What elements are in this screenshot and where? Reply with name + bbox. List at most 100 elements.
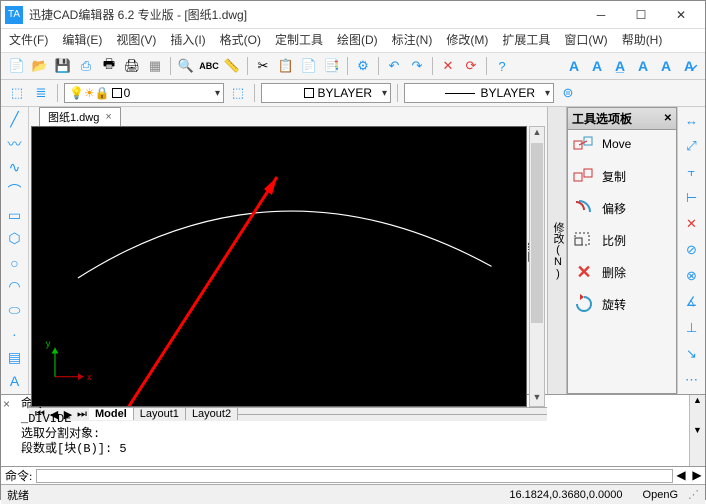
lineweight-icon[interactable]: ⊜	[558, 83, 578, 103]
spellcheck-icon[interactable]: ABC	[199, 56, 219, 76]
document-tab[interactable]: 图纸1.dwg ×	[39, 107, 121, 126]
maximize-button[interactable]: ☐	[621, 3, 661, 27]
sidetab-modify[interactable]: 修改(N)	[550, 222, 566, 280]
dim-continue-icon[interactable]: ⊢	[682, 189, 702, 207]
ellipse-tool-icon[interactable]: ⬭	[5, 301, 25, 319]
cmd-hscroll-left-icon[interactable]: ◀	[673, 468, 689, 483]
line-tool-icon[interactable]: ╱	[5, 111, 25, 129]
text-style-a6-icon[interactable]: A̷	[679, 56, 699, 76]
cmd-hscroll-right-icon[interactable]: ▶	[689, 468, 705, 483]
canvas-vscrollbar[interactable]: ▲ ▼	[529, 126, 545, 407]
menu-annotate[interactable]: 标注(N)	[392, 31, 433, 48]
point-tool-icon[interactable]: ∙	[5, 325, 25, 343]
palette-title: 工具选项板	[572, 110, 632, 127]
circle-tool-icon[interactable]: ○	[5, 254, 25, 272]
cmd-vscrollbar[interactable]: ▲▼	[689, 395, 705, 466]
dim-cancel-icon[interactable]: ✕	[682, 215, 702, 233]
close-button[interactable]: ✕	[661, 3, 701, 27]
cut-icon[interactable]: ✂	[253, 56, 273, 76]
layer-previous-icon[interactable]: ⬚	[228, 83, 248, 103]
tool-palette: 工具选项板 ✕ Move 复制 偏移 比例 ✕ 删除	[567, 107, 677, 394]
dim-leader-icon[interactable]: ↘	[682, 345, 702, 363]
menu-extended-tools[interactable]: 扩展工具	[502, 31, 550, 48]
palette-item-offset[interactable]: 偏移	[572, 198, 672, 218]
ellipse-arc-tool-icon[interactable]: ◠	[5, 278, 25, 296]
undo-icon[interactable]: ↶	[384, 56, 404, 76]
menu-modify[interactable]: 修改(M)	[446, 31, 488, 48]
refresh-icon[interactable]: ⟳	[461, 56, 481, 76]
arc-tool-icon[interactable]: ⌒	[5, 182, 25, 200]
text-style-a5-icon[interactable]: A	[656, 56, 676, 76]
minimize-button[interactable]: ─	[581, 3, 621, 27]
command-close-icon[interactable]: ×	[1, 395, 17, 466]
menu-view[interactable]: 视图(V)	[116, 31, 156, 48]
layer-combo[interactable]: 💡 ☀ 🔒 0	[64, 83, 224, 103]
menu-file[interactable]: 文件(F)	[9, 31, 48, 48]
palette-item-delete[interactable]: ✕ 删除	[572, 262, 672, 282]
new-file-icon[interactable]: 📄	[7, 56, 27, 76]
paste-special-icon[interactable]: 📑	[322, 56, 342, 76]
plot-icon[interactable]: ▦	[145, 56, 165, 76]
print-preview-icon[interactable]: 🖨	[122, 56, 142, 76]
text-style-a2-icon[interactable]: A	[587, 56, 607, 76]
ucs-icon: x y	[46, 338, 92, 382]
doctab-close-icon[interactable]: ×	[105, 111, 111, 123]
text-style-a3-icon[interactable]: A̲	[610, 56, 630, 76]
drawing-canvas[interactable]: x y	[31, 126, 527, 407]
dim-diameter-icon[interactable]: ⊗	[682, 267, 702, 285]
text-style-a4-icon[interactable]: A	[633, 56, 653, 76]
hatch-tool-icon[interactable]: ▤	[5, 349, 25, 367]
menu-window[interactable]: 窗口(W)	[564, 31, 607, 48]
toolbar-main: 📄 📂 💾 ⎙ 🖶 🖨 ▦ 🔍 ABC 📏 ✂ 📋 📄 📑 ⚙ ↶ ↷ ✕ ⟳ …	[1, 53, 705, 80]
palette-close-icon[interactable]: ✕	[664, 113, 672, 124]
palette-item-copy[interactable]: 复制	[572, 166, 672, 186]
dim-baseline-icon[interactable]: ⫟	[682, 163, 702, 181]
spline-tool-icon[interactable]: ∿	[5, 159, 25, 177]
dim-linear-icon[interactable]: ↔	[682, 111, 702, 129]
text-tool-icon[interactable]: A	[5, 372, 25, 390]
palette-item-move[interactable]: Move	[572, 134, 672, 154]
status-resize-grip-icon[interactable]: ⋰	[688, 488, 699, 501]
linetype-combo[interactable]: BYLAYER	[404, 83, 554, 103]
menu-custom-tools[interactable]: 定制工具	[275, 31, 323, 48]
color-combo[interactable]: BYLAYER	[261, 83, 391, 103]
right-tool-column: ↔ ⤢ ⫟ ⊢ ✕ ⊘ ⊗ ∡ ⊥ ↘ ⋯	[677, 107, 705, 394]
palette-item-scale[interactable]: 比例	[572, 230, 672, 250]
command-input[interactable]	[36, 469, 673, 483]
polygon-tool-icon[interactable]: ⬡	[5, 230, 25, 248]
dim-ordinate-icon[interactable]: ⊥	[682, 319, 702, 337]
polyline-tool-icon[interactable]: 〰	[5, 135, 25, 153]
menu-format[interactable]: 格式(O)	[220, 31, 261, 48]
scroll-thumb[interactable]	[531, 143, 543, 323]
help-icon[interactable]: ?	[492, 56, 512, 76]
rotate-icon	[572, 294, 596, 314]
find-icon[interactable]: 🔍	[176, 56, 196, 76]
text-style-a1-icon[interactable]: A	[564, 56, 584, 76]
save-all-icon[interactable]: ⎙	[76, 56, 96, 76]
menu-insert[interactable]: 插入(I)	[170, 31, 205, 48]
layer-states-icon[interactable]: ≣	[31, 83, 51, 103]
dim-radius-icon[interactable]: ⊘	[682, 241, 702, 259]
save-icon[interactable]: 💾	[53, 56, 73, 76]
rectangle-tool-icon[interactable]: ▭	[5, 206, 25, 224]
dim-more-icon[interactable]: ⋯	[682, 371, 702, 389]
sun-icon: ☀	[84, 86, 95, 100]
menu-help[interactable]: 帮助(H)	[622, 31, 663, 48]
properties-icon[interactable]: ⚙	[353, 56, 373, 76]
open-file-icon[interactable]: 📂	[30, 56, 50, 76]
palette-item-rotate[interactable]: 旋转	[572, 294, 672, 314]
dim-aligned-icon[interactable]: ⤢	[682, 137, 702, 155]
redo-icon[interactable]: ↷	[407, 56, 427, 76]
menu-edit[interactable]: 编辑(E)	[62, 31, 102, 48]
layer-manager-icon[interactable]: ⬚	[7, 83, 27, 103]
erase-icon[interactable]: ✕	[438, 56, 458, 76]
paste-icon[interactable]: 📄	[299, 56, 319, 76]
scroll-down-icon[interactable]: ▼	[530, 392, 544, 406]
measure-icon[interactable]: 📏	[222, 56, 242, 76]
dim-angular-icon[interactable]: ∡	[682, 293, 702, 311]
print-icon[interactable]: 🖶	[99, 56, 119, 76]
offset-icon	[572, 198, 596, 218]
scroll-up-icon[interactable]: ▲	[530, 127, 544, 141]
menu-draw[interactable]: 绘图(D)	[337, 31, 378, 48]
copy-icon[interactable]: 📋	[276, 56, 296, 76]
